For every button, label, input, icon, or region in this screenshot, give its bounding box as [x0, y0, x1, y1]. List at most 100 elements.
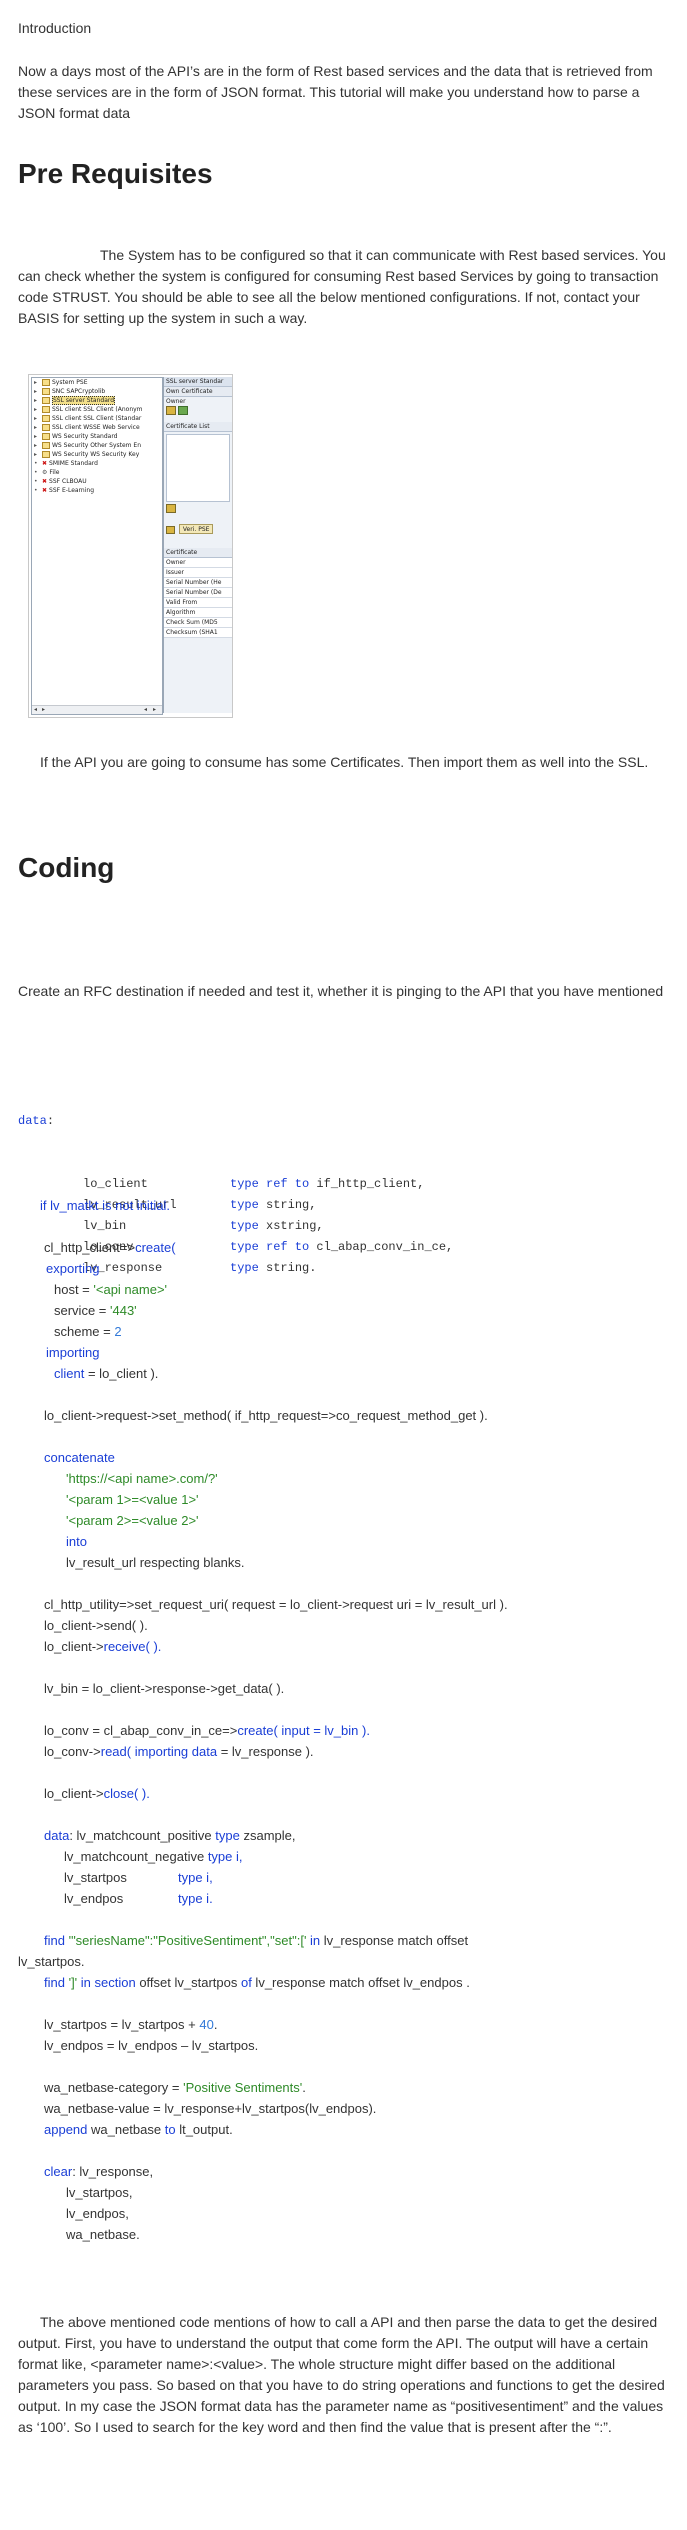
- certificate-field: Checksum (SHA1: [164, 628, 232, 638]
- intro-paragraph: Now a days most of the API’s are in the …: [18, 63, 653, 121]
- scroll-right-icon[interactable]: ▸: [42, 705, 45, 714]
- ssl-detail-panel: SSL server Standar Own Certificate Owner…: [163, 377, 232, 713]
- gear-icon: ⚙: [42, 469, 48, 476]
- expand-arrow-icon[interactable]: ▸: [34, 441, 37, 450]
- certificate-field: Serial Number (He: [164, 578, 232, 588]
- folder-icon: [42, 424, 50, 431]
- closing-paragraph: The above mentioned code mentions of how…: [18, 2314, 665, 2435]
- expand-arrow-icon[interactable]: ▸: [34, 423, 37, 432]
- tree-item[interactable]: ▸ System PSE: [32, 378, 162, 387]
- tree-item[interactable]: • ⚙ File: [32, 468, 162, 477]
- code-keyword: data: [18, 1114, 47, 1128]
- code-data-decl: data: lv_matchcount_positive type zsampl…: [44, 1828, 296, 1906]
- tree-item[interactable]: • ✖ SMIME Standard: [32, 459, 162, 468]
- tree-item[interactable]: ▸ WS Security WS Security Key: [32, 450, 162, 459]
- code-append: wa_netbase-category = 'Positive Sentimen…: [44, 2080, 377, 2137]
- scroll-left-icon[interactable]: ◂: [34, 705, 37, 714]
- after-image-paragraph: If the API you are going to consume has …: [40, 754, 649, 770]
- certificate-field: Algorithm: [164, 608, 232, 618]
- code-request-send: cl_http_utility=>set_request_uri( reques…: [44, 1597, 508, 1654]
- bullet-icon: •: [34, 460, 38, 467]
- certificate-list-header: Certificate List: [164, 422, 232, 432]
- tree-item-label: SSL client SSL Client (Standar: [52, 415, 142, 422]
- code-find-start: find '"seriesName":"PositiveSentiment","…: [44, 1933, 469, 1948]
- certificate-field: Valid From: [164, 598, 232, 608]
- certificate-field: Issuer: [164, 568, 232, 578]
- tree-item-label: SMIME Standard: [49, 460, 98, 467]
- expand-arrow-icon[interactable]: ▸: [34, 387, 37, 396]
- expand-arrow-icon[interactable]: ▸: [34, 396, 37, 405]
- strust-screenshot: ▸ System PSE ▸ SNC SAPCryptolib ▸ SSL server …: [28, 374, 233, 718]
- expand-arrow-icon[interactable]: ▸: [34, 432, 37, 441]
- certificate-icon[interactable]: [166, 406, 176, 415]
- certificate-icon[interactable]: [177, 406, 188, 415]
- tree-item-label: SSL client SSL Client (Anonym: [52, 406, 143, 413]
- code-concatenate: concatenate 'https://<api name>.com/?' '…: [44, 1450, 245, 1570]
- prereq-heading: Pre Requisites: [18, 158, 213, 189]
- pse-icon: [166, 525, 175, 534]
- folder-icon: [42, 415, 50, 422]
- code-find-end: find ']' in section offset lv_startpos o…: [44, 1975, 470, 1990]
- tree-item[interactable]: ▸ SNC SAPCryptolib: [32, 387, 162, 396]
- folder-icon: [42, 406, 50, 413]
- tree-item[interactable]: • ✖ SSF CLBOAU: [32, 477, 162, 486]
- expand-arrow-icon[interactable]: ▸: [34, 378, 37, 387]
- code-declaration-line: lo_client type ref to if_http_client,: [83, 1177, 425, 1191]
- code-close: lo_client->close( ).: [44, 1786, 150, 1801]
- folder-icon: [42, 397, 50, 404]
- code-find-start-cont: lv_startpos.: [18, 1954, 85, 1969]
- owner-label: Owner: [166, 398, 186, 405]
- code-convert: lo_conv = cl_abap_conv_in_ce=>create( in…: [44, 1723, 370, 1759]
- article-page: Introduction Now a days most of the API’…: [0, 0, 687, 2530]
- coding-heading: Coding: [18, 852, 115, 883]
- panel-title: SSL server Standar: [164, 377, 232, 387]
- expand-arrow-icon[interactable]: ▸: [34, 414, 37, 423]
- scroll-left-icon[interactable]: ◂: [144, 705, 147, 714]
- tree-item[interactable]: ▸ WS Security Standard: [32, 432, 162, 441]
- tree-item[interactable]: ▸ SSL client SSL Client (Anonym: [32, 405, 162, 414]
- folder-icon: [42, 451, 50, 458]
- tree-item-label: SSF E-Learning: [49, 487, 95, 494]
- bullet-icon: •: [34, 478, 38, 485]
- tree-item[interactable]: ▸ SSL client SSL Client (Standar: [32, 414, 162, 423]
- tree-item-label: WS Security Standard: [52, 433, 118, 440]
- tree-item-label: File: [49, 469, 60, 476]
- certificate-list[interactable]: [166, 434, 230, 502]
- prereq-paragraph: The System has to be configured so that …: [18, 247, 666, 326]
- intro-label: Introduction: [18, 20, 92, 36]
- own-certificate-header: Own Certificate: [164, 387, 232, 397]
- veri-pse-button[interactable]: Veri. PSE: [178, 524, 214, 534]
- bullet-icon: •: [34, 469, 38, 476]
- error-x-icon: ✖: [42, 460, 48, 467]
- error-x-icon: ✖: [42, 478, 48, 485]
- certificate-field: Serial Number (De: [164, 588, 232, 598]
- code-if-line: if lv_matkt is not initial.: [40, 1198, 171, 1213]
- import-certificate-icon[interactable]: [166, 504, 176, 513]
- certificate-header: Certificate: [164, 548, 232, 558]
- certificate-field: Owner: [164, 558, 232, 568]
- tree-item[interactable]: ▸ SSL client WSSE Web Service: [32, 423, 162, 432]
- tree-item-label: WS Security WS Security Key: [52, 451, 140, 458]
- error-x-icon: ✖: [42, 487, 48, 494]
- code-set-method: lo_client->request->set_method( if_http_…: [44, 1408, 488, 1423]
- owner-buttons: [164, 406, 232, 416]
- folder-icon: [42, 379, 50, 386]
- tree-item-label: SSL server Standard: [52, 396, 116, 405]
- tree-item[interactable]: ▸ SSL server Standard: [32, 396, 162, 405]
- bullet-icon: •: [34, 487, 38, 494]
- tree-item-label: SNC SAPCryptolib: [52, 388, 106, 395]
- tree-item[interactable]: ▸ WS Security Other System En: [32, 441, 162, 450]
- coding-paragraph: Create an RFC destination if needed and …: [18, 983, 664, 999]
- horizontal-scrollbar[interactable]: ◂ ▸ ◂ ▸: [32, 705, 162, 714]
- certificate-field: Check Sum (MD5: [164, 618, 232, 628]
- folder-icon: [42, 433, 50, 440]
- code-positions: lv_startpos = lv_startpos + 40. lv_endpo…: [44, 2017, 259, 2053]
- tree-item-label: SSF CLBOAU: [49, 478, 87, 485]
- expand-arrow-icon[interactable]: ▸: [34, 405, 37, 414]
- scroll-right-icon[interactable]: ▸: [153, 705, 156, 714]
- tree-item-label: System PSE: [52, 379, 88, 386]
- code-create-client: cl_http_client=>create( exporting host =…: [44, 1240, 176, 1381]
- folder-icon: [42, 388, 50, 395]
- tree-item[interactable]: • ✖ SSF E-Learning: [32, 486, 162, 495]
- expand-arrow-icon[interactable]: ▸: [34, 450, 37, 459]
